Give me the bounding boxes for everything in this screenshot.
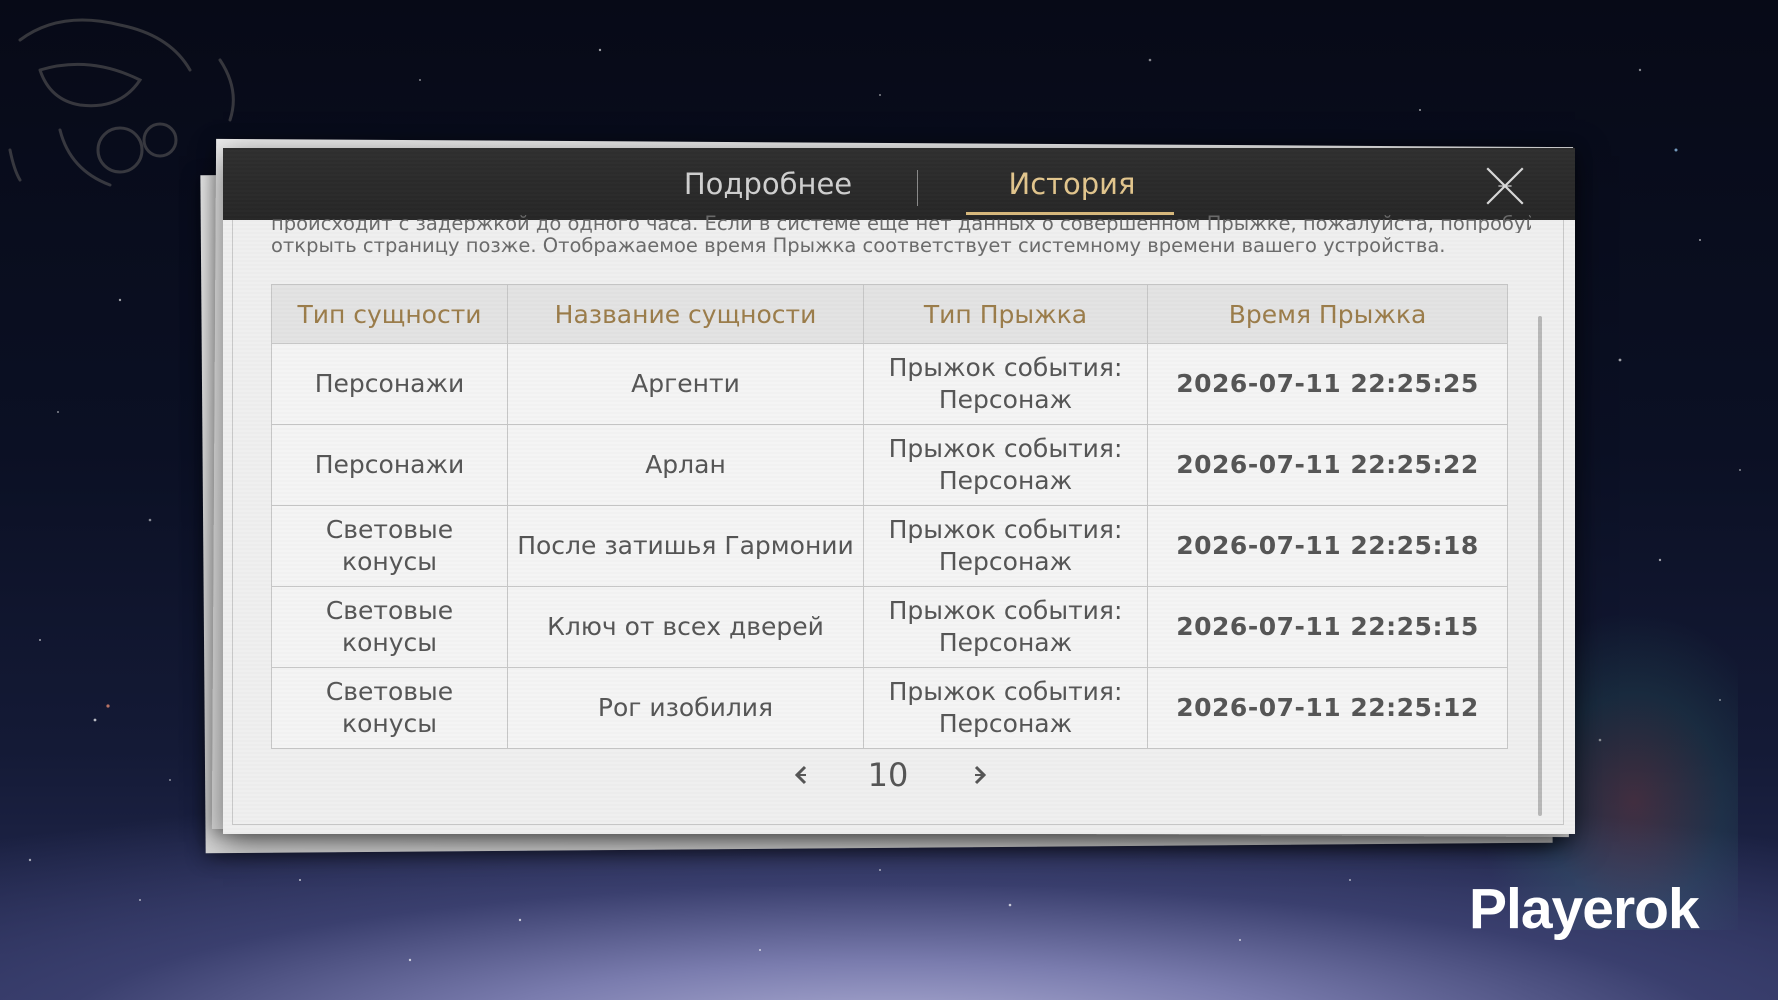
entity-type-cell: Персонажи — [271, 424, 508, 506]
close-x-icon — [1486, 167, 1524, 205]
header-warp-type: Тип Прыжка — [863, 284, 1148, 344]
pagination: 10 — [223, 756, 1575, 796]
warp-history-dialog: Подробнее История происходит с задержкой… — [223, 148, 1575, 834]
page-number: 10 — [867, 756, 909, 794]
entity-type-cell: Световые конусы — [271, 505, 508, 587]
next-page-button[interactable] — [965, 760, 995, 790]
notice-line-2: открыть страницу позже. Отображаемое вре… — [271, 234, 1446, 257]
tab-separator — [917, 170, 918, 206]
entity-name-cell: Аргенти — [507, 343, 864, 425]
warp-type-cell: Прыжок события: Персонаж — [863, 505, 1148, 587]
tab-details[interactable]: Подробнее — [623, 148, 913, 220]
table-header-row: Тип сущности Название сущности Тип Прыжк… — [271, 284, 1508, 344]
chevron-left-icon — [794, 765, 807, 785]
tab-history[interactable]: История — [967, 148, 1177, 220]
entity-type-cell: Световые конусы — [271, 586, 508, 668]
notice-line-1: происходит с задержкой до одного часа. Е… — [271, 214, 1531, 233]
entity-name-cell: Ключ от всех дверей — [507, 586, 864, 668]
entity-type-cell: Персонажи — [271, 343, 508, 425]
warp-type-cell: Прыжок события: Персонаж — [863, 667, 1148, 749]
header-entity-type: Тип сущности — [271, 284, 508, 344]
entity-name-cell: Рог изобилия — [507, 667, 864, 749]
entity-name-cell: Арлан — [507, 424, 864, 506]
warp-history-table: Тип сущности Название сущности Тип Прыжк… — [271, 284, 1508, 749]
table-row: Персонажи Арлан Прыжок события: Персонаж … — [271, 424, 1508, 506]
warp-time-cell: 2026-07-11 22:25:22 — [1147, 424, 1508, 506]
entity-type-cell: Световые конусы — [271, 667, 508, 749]
chevron-right-icon — [974, 765, 987, 785]
playerok-watermark: Playerok — [1469, 877, 1700, 941]
table-row: Световые конусы Рог изобилия Прыжок событ… — [271, 667, 1508, 749]
warp-type-cell: Прыжок события: Персонаж — [863, 343, 1148, 425]
scrollbar[interactable] — [1538, 316, 1542, 816]
header-entity-name: Название сущности — [507, 284, 864, 344]
warp-time-cell: 2026-07-11 22:25:18 — [1147, 505, 1508, 587]
close-button[interactable] — [1485, 166, 1525, 206]
warp-time-cell: 2026-07-11 22:25:25 — [1147, 343, 1508, 425]
previous-page-button[interactable] — [786, 760, 816, 790]
table-row: Световые конусы Ключ от всех дверей Прыжо… — [271, 586, 1508, 668]
table-row: Персонажи Аргенти Прыжок события: Персона… — [271, 343, 1508, 425]
warp-type-cell: Прыжок события: Персонаж — [863, 586, 1148, 668]
notice-text: происходит с задержкой до одного часа. Е… — [271, 214, 1531, 258]
warp-time-cell: 2026-07-11 22:25:12 — [1147, 667, 1508, 749]
warp-time-cell: 2026-07-11 22:25:15 — [1147, 586, 1508, 668]
warp-type-cell: Прыжок события: Персонаж — [863, 424, 1148, 506]
table-row: Световые конусы После затишья Гармонии Пр… — [271, 505, 1508, 587]
entity-name-cell: После затишья Гармонии — [507, 505, 864, 587]
dialog-tab-bar: Подробнее История — [223, 148, 1575, 220]
header-warp-time: Время Прыжка — [1147, 284, 1508, 344]
